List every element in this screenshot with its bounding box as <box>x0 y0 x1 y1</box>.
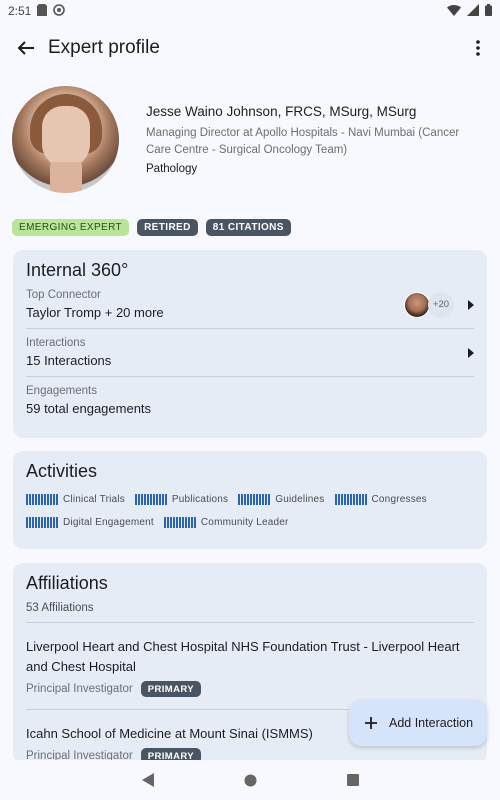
activity-label: Community Leader <box>200 517 289 528</box>
activity-level-bars <box>334 494 368 505</box>
engagements-value: 59 total engagements <box>26 401 152 416</box>
activities-title: Activities <box>26 461 98 481</box>
sync-icon <box>53 3 66 19</box>
profile-info: Jesse Waino Johnson, FRCS, MSurg, MSurg … <box>146 104 486 175</box>
chevron-right-icon <box>468 299 474 310</box>
app-bar: Expert profile <box>0 26 500 70</box>
activity-level-bars <box>26 517 59 528</box>
activity-label: Guidelines <box>275 494 325 505</box>
activity-item: Publications <box>134 494 229 505</box>
affiliation-position: Principal Investigator <box>26 683 133 695</box>
battery-icon <box>485 3 492 19</box>
add-interaction-button[interactable]: Add Interaction <box>349 700 487 746</box>
engagements-label: Engagements <box>26 385 97 397</box>
chevron-right-icon <box>468 347 474 358</box>
activity-label: Publications <box>171 494 229 505</box>
page-title: Expert profile <box>48 37 160 58</box>
citations-badge: 81 CITATIONS <box>205 219 291 236</box>
more-vert-icon <box>476 40 480 56</box>
activity-label: Congresses <box>371 494 427 505</box>
status-badge-retired: RETIRED <box>137 219 198 236</box>
status-badge-emerging-expert: EMERGING EXPERT <box>12 219 130 236</box>
internal-360-title: Internal 360° <box>26 260 129 280</box>
signal-icon <box>467 3 479 19</box>
connector-avatar <box>404 291 430 318</box>
primary-badge: PRIMARY <box>140 681 202 697</box>
activity-item: Clinical Trials <box>26 494 125 505</box>
interactions-label: Interactions <box>26 337 86 349</box>
activity-item: Guidelines <box>238 494 324 505</box>
activity-item: Community Leader <box>163 517 289 528</box>
engagements-row: Engagements 59 total engagements <box>26 376 474 424</box>
more-options-button[interactable] <box>468 34 488 62</box>
expert-role: Managing Director at Apollo Hospitals - … <box>146 127 460 156</box>
affiliations-count: 53 Affiliations <box>26 602 474 623</box>
top-connector-row[interactable]: Top Connector Taylor Tromp + 20 more +20 <box>26 281 474 328</box>
affiliation-meta: Principal Investigator PRIMARY <box>26 681 474 697</box>
activity-label: Clinical Trials <box>63 494 125 505</box>
activity-item: Congresses <box>334 494 427 505</box>
interactions-row[interactable]: Interactions 15 Interactions <box>26 328 474 376</box>
connector-avatars: +20 <box>404 291 454 318</box>
nav-recents-icon[interactable] <box>346 774 359 786</box>
activity-level-bars <box>26 494 59 505</box>
plus-icon <box>365 717 377 729</box>
activity-level-bars <box>238 494 272 505</box>
list-item[interactable]: Liverpool Heart and Chest Hospital NHS F… <box>26 623 474 709</box>
nav-home-icon[interactable] <box>244 774 257 787</box>
profile-header: Jesse Waino Johnson, FRCS, MSurg, MSurg … <box>12 86 488 196</box>
avatar <box>12 86 119 193</box>
expert-name: Jesse Waino Johnson, FRCS, MSurg, MSurg <box>146 104 417 119</box>
affiliation-name: Liverpool Heart and Chest Hospital NHS F… <box>26 639 460 674</box>
back-button[interactable] <box>12 34 40 62</box>
connector-extra-count: +20 <box>428 291 454 318</box>
system-nav-bar <box>0 760 500 800</box>
internal-360-card: Internal 360° Top Connector Taylor Tromp… <box>13 250 487 438</box>
activity-label: Digital Engagement <box>63 517 154 528</box>
status-time: 2:51 <box>8 4 32 18</box>
expert-specialty: Pathology <box>146 163 198 175</box>
activities-list: Clinical Trials Publications Guidelines … <box>26 494 474 528</box>
arrow-left-icon <box>17 41 34 55</box>
wifi-icon <box>447 4 461 19</box>
status-bar: 2:51 <box>0 0 500 22</box>
affiliations-title: Affiliations <box>26 573 108 593</box>
sd-card-icon <box>37 3 48 19</box>
add-interaction-label: Add Interaction <box>389 716 474 730</box>
activities-card: Activities Clinical Trials Publications … <box>13 451 487 549</box>
nav-back-icon[interactable] <box>141 773 154 787</box>
activity-level-bars <box>134 494 168 505</box>
activity-level-bars <box>163 517 197 528</box>
badge-row: EMERGING EXPERT RETIRED 81 CITATIONS <box>12 219 291 236</box>
interactions-value: 15 Interactions <box>26 353 112 368</box>
activity-item: Digital Engagement <box>26 517 154 528</box>
